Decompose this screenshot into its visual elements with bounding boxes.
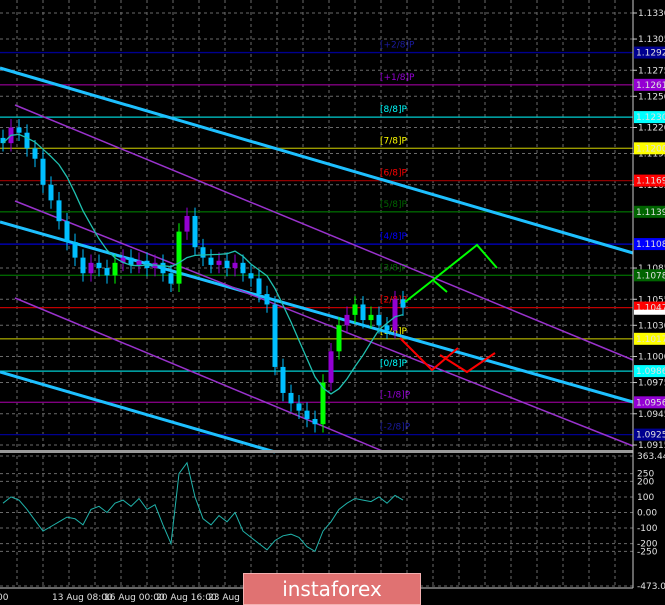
indicator-tick-label: -100 <box>637 524 658 534</box>
grid <box>0 0 633 588</box>
panel-separator <box>0 450 633 453</box>
candle-body <box>136 260 142 265</box>
candle-body <box>88 262 94 274</box>
candle-body <box>160 262 166 274</box>
cci-line <box>2 461 404 553</box>
candle-body <box>288 392 294 404</box>
candle-body <box>376 314 382 326</box>
trend-channel-line <box>0 370 276 454</box>
candle-body <box>352 304 358 315</box>
price-level-badge-text: 1.0986 <box>636 367 665 377</box>
candle-body <box>248 273 254 279</box>
murray-level-label: [+1/8]P <box>380 73 415 83</box>
candle-body <box>184 215 190 232</box>
indicator-tick-label: -250 <box>637 547 658 557</box>
trend-channel-line <box>14 104 634 361</box>
candle-body <box>128 257 134 265</box>
price-tick-label: 1.1000 <box>638 353 665 363</box>
price-tick-label: 1.1220 <box>638 124 665 134</box>
price-level-badge-text: 1.1230 <box>636 113 665 123</box>
candle-body <box>48 184 54 201</box>
price-tick-label: 1.1250 <box>638 92 665 102</box>
candle-body <box>216 260 222 265</box>
price-level-badge-text: 1.1169 <box>636 177 665 187</box>
candle-body <box>256 278 262 295</box>
indicator-tick-label: 200 <box>637 477 654 487</box>
candle-body <box>208 257 214 265</box>
price-tick-label: 1.1275 <box>638 66 665 76</box>
candle-body <box>192 215 198 248</box>
candle-body <box>368 314 374 321</box>
price-level-badge-text: 1.1292 <box>636 49 665 59</box>
indicator-tick-label: 363.4436 <box>637 452 665 462</box>
candle-body <box>16 127 22 133</box>
price-level-badge-text: 1.1200 <box>636 144 665 154</box>
murray-level-label: [6/8]P <box>380 169 408 179</box>
price-tick-label: 1.0945 <box>638 410 665 420</box>
price-level-badge-text: 1.1017 <box>636 335 665 345</box>
murray-level-label: [-2/8]P <box>380 423 411 433</box>
candle-body <box>96 262 102 269</box>
price-tick-label: 1.1330 <box>638 9 665 19</box>
candle-body <box>112 262 118 276</box>
candle-body <box>176 231 182 284</box>
candle-body <box>312 418 318 425</box>
candle-body <box>200 247 206 258</box>
murray-level-label: [0/8]P <box>380 359 408 369</box>
candle-body <box>328 351 334 383</box>
forecast-arrows <box>399 243 498 374</box>
current-price-marker <box>634 309 665 315</box>
time-tick-label: 00 <box>0 593 9 603</box>
candle-body <box>240 262 246 274</box>
candle-body <box>24 132 30 149</box>
candle-body <box>56 200 62 222</box>
price-level-badge-text: 1.1139 <box>636 208 665 218</box>
murray-level-label: [5/8]P <box>380 200 408 210</box>
indicator-tick-label: 0.00 <box>637 508 657 518</box>
candle-body <box>104 268 110 276</box>
price-level-badge-text: 1.1108 <box>636 240 665 250</box>
murray-level-label: [-1/8]P <box>380 390 411 400</box>
candle-body <box>40 158 46 185</box>
price-level-badge-text: 1.0925 <box>636 431 665 441</box>
candle-body <box>224 260 230 269</box>
price-tick-label: 1.0975 <box>638 379 665 389</box>
candle-body <box>64 221 70 243</box>
candle-body <box>168 273 174 284</box>
murray-level-label: [4/8]P <box>380 232 408 242</box>
forecast-arrow <box>404 278 448 303</box>
price-level-badge-text: 1.1261 <box>636 81 665 91</box>
price-tick-label: 1.1305 <box>638 35 665 45</box>
price-level-badge-text: 1.0956 <box>636 398 665 408</box>
candle-body <box>72 242 78 258</box>
candle-body <box>344 314 350 326</box>
price-tick-label: 1.1030 <box>638 321 665 331</box>
trend-channel-line <box>0 66 634 255</box>
price-chart: [+2/8]P [+1/8]P [8/8]P [7/8]P [6/8]P [5/8]P [4… <box>0 0 665 603</box>
murray-level-label: [8/8]P <box>380 105 408 115</box>
candle-body <box>280 366 286 393</box>
murray-level-label: [7/8]P <box>380 136 408 146</box>
candle-body <box>232 262 238 269</box>
candle-body <box>272 304 278 367</box>
candle-body <box>32 148 38 159</box>
candle-body <box>384 325 390 331</box>
candle-body <box>296 403 302 411</box>
cci-indicator <box>2 461 404 553</box>
candle-body <box>80 257 86 274</box>
indicator-tick-label: -473.0302 <box>637 582 665 592</box>
candle-body <box>304 410 310 419</box>
murray-level-label: [+2/8]P <box>380 41 415 51</box>
price-level-badge-text: 1.1078 <box>636 271 665 281</box>
candle-body <box>360 304 366 321</box>
candle-body <box>392 299 398 331</box>
candle-body <box>264 294 270 305</box>
instaforex-logo: instaforex <box>243 573 421 605</box>
candle-body <box>336 325 342 352</box>
candle-body <box>400 299 406 308</box>
price-tick-label: 1.0915 <box>638 441 665 451</box>
indicator-tick-label: 100 <box>637 493 654 503</box>
